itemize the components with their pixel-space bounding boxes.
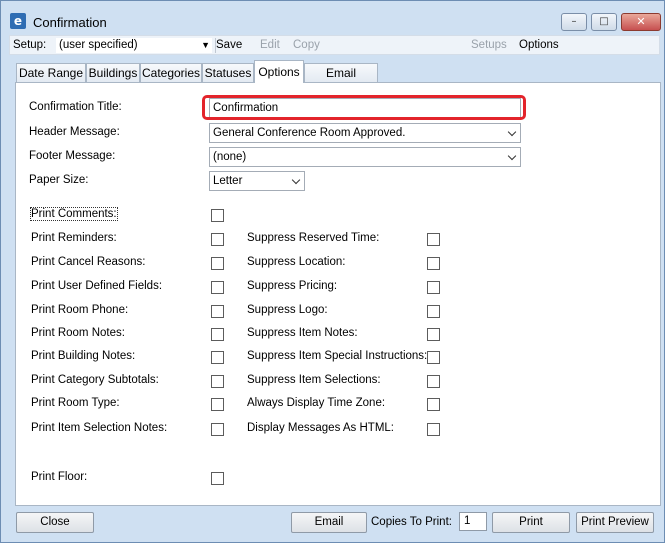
options-panel	[15, 82, 661, 506]
print-category-subtotals-label: Print Category Subtotals:	[31, 374, 159, 386]
chevron-down-icon	[506, 148, 516, 166]
tab-buildings[interactable]: Buildings	[86, 63, 140, 82]
confirmation-window: e Confirmation – □ ✕ Setup: (user specif…	[0, 0, 665, 543]
copy-button[interactable]: Copy	[293, 39, 320, 51]
close-window-button[interactable]: ✕	[621, 13, 661, 31]
bottom-button-bar: Close Email Copies To Print: 1 Print Pri…	[9, 509, 660, 537]
footer-message-select[interactable]: (none)	[209, 147, 521, 167]
confirmation-title-input[interactable]: Confirmation	[209, 98, 521, 118]
print-item-selection-notes-label: Print Item Selection Notes:	[31, 422, 168, 434]
suppress-pricing-label: Suppress Pricing:	[247, 280, 338, 292]
print-comments-checkbox[interactable]	[211, 209, 224, 222]
paper-size-label: Paper Size:	[29, 174, 89, 186]
print-comments-label: Print Comments:	[30, 207, 118, 221]
print-building-notes-checkbox[interactable]	[211, 351, 224, 364]
suppress-reserved-time-label: Suppress Reserved Time:	[247, 232, 380, 244]
print-reminders-label: Print Reminders:	[31, 232, 117, 244]
print-preview-button[interactable]: Print Preview	[576, 512, 654, 533]
print-room-type-label: Print Room Type:	[31, 397, 120, 409]
print-floor-checkbox[interactable]	[211, 472, 224, 485]
suppress-reserved-time-checkbox[interactable]	[427, 233, 440, 246]
app-logo-icon: e	[10, 13, 26, 29]
suppress-logo-label: Suppress Logo:	[247, 304, 328, 316]
save-button[interactable]: Save	[216, 39, 242, 51]
print-user-defined-fields-label: Print User Defined Fields:	[31, 280, 163, 292]
chevron-down-icon	[506, 124, 516, 142]
suppress-item-notes-checkbox[interactable]	[427, 328, 440, 341]
toolbar: Setup: (user specified) ▼ Save Edit Copy…	[9, 35, 660, 55]
print-room-notes-label: Print Room Notes:	[31, 327, 125, 339]
suppress-location-checkbox[interactable]	[427, 257, 440, 270]
chevron-down-icon	[290, 172, 300, 190]
print-room-phone-label: Print Room Phone:	[31, 304, 129, 316]
footer-message-label: Footer Message:	[29, 150, 116, 162]
close-button[interactable]: Close	[16, 512, 94, 533]
dropdown-arrow-icon: ▼	[201, 40, 210, 50]
suppress-location-label: Suppress Location:	[247, 256, 346, 268]
minimize-button[interactable]: –	[561, 13, 587, 31]
tab-options[interactable]: Options	[254, 60, 304, 83]
tab-statuses[interactable]: Statuses	[202, 63, 254, 82]
print-building-notes-label: Print Building Notes:	[31, 350, 136, 362]
suppress-item-selections-label: Suppress Item Selections:	[247, 374, 381, 386]
footer-message-value: (none)	[213, 151, 247, 163]
confirmation-title-label: Confirmation Title:	[29, 101, 122, 113]
setup-label: Setup:	[13, 39, 47, 51]
display-messages-as-html-label: Display Messages As HTML:	[247, 422, 394, 434]
display-messages-as-html-checkbox[interactable]	[427, 423, 440, 436]
suppress-item-notes-label: Suppress Item Notes:	[247, 327, 358, 339]
setup-dropdown[interactable]: (user specified) ▼	[56, 38, 212, 53]
print-room-phone-checkbox[interactable]	[211, 305, 224, 318]
copies-to-print-label: Copies To Print:	[371, 516, 452, 528]
print-room-type-checkbox[interactable]	[211, 398, 224, 411]
print-floor-label: Print Floor:	[31, 471, 88, 483]
suppress-item-selections-checkbox[interactable]	[427, 375, 440, 388]
header-message-select[interactable]: General Conference Room Approved.	[209, 123, 521, 143]
always-display-time-zone-checkbox[interactable]	[427, 398, 440, 411]
print-cancel-reasons-checkbox[interactable]	[211, 257, 224, 270]
paper-size-value: Letter	[213, 175, 243, 187]
window-title: Confirmation	[33, 15, 107, 30]
suppress-logo-checkbox[interactable]	[427, 305, 440, 318]
print-cancel-reasons-label: Print Cancel Reasons:	[31, 256, 146, 268]
tab-categories[interactable]: Categories	[140, 63, 202, 82]
print-category-subtotals-checkbox[interactable]	[211, 375, 224, 388]
always-display-time-zone-label: Always Display Time Zone:	[247, 397, 386, 409]
print-reminders-checkbox[interactable]	[211, 233, 224, 246]
print-button[interactable]: Print	[492, 512, 570, 533]
email-button[interactable]: Email	[291, 512, 367, 533]
paper-size-select[interactable]: Letter	[209, 171, 305, 191]
print-item-selection-notes-checkbox[interactable]	[211, 423, 224, 436]
suppress-item-special-instructions-checkbox[interactable]	[427, 351, 440, 364]
title-bar: e Confirmation – □ ✕	[1, 1, 664, 33]
header-message-label: Header Message:	[29, 126, 120, 138]
tab-date-range[interactable]: Date Range	[16, 63, 86, 82]
tab-email-options[interactable]: Email Options	[304, 63, 378, 98]
suppress-pricing-checkbox[interactable]	[427, 281, 440, 294]
print-room-notes-checkbox[interactable]	[211, 328, 224, 341]
setup-value: (user specified)	[59, 39, 138, 51]
copies-to-print-input[interactable]: 1	[459, 512, 487, 531]
edit-button[interactable]: Edit	[260, 39, 280, 51]
print-user-defined-fields-checkbox[interactable]	[211, 281, 224, 294]
header-message-value: General Conference Room Approved.	[213, 127, 406, 139]
suppress-item-special-instructions-label: Suppress Item Special Instructions:	[247, 350, 428, 362]
options-button[interactable]: Options	[519, 39, 559, 51]
setups-button[interactable]: Setups	[471, 39, 507, 51]
maximize-button[interactable]: □	[591, 13, 617, 31]
